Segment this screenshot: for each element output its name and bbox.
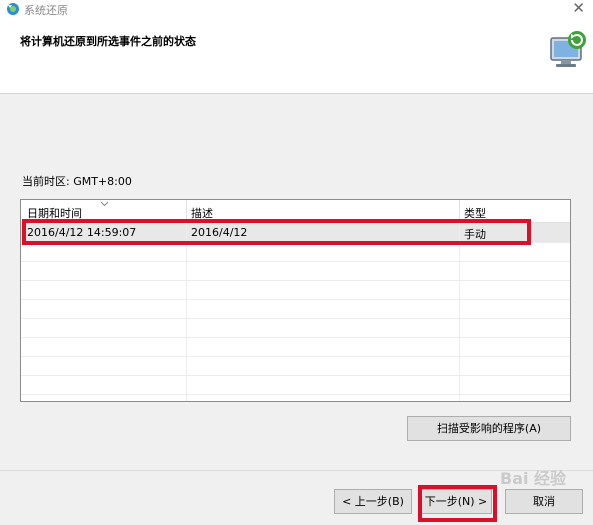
column-header-description[interactable]: 描述 xyxy=(191,203,213,222)
row-description: 2016/4/12 xyxy=(191,226,248,239)
row-gridline xyxy=(21,318,570,319)
row-gridline xyxy=(21,337,570,338)
window-title: 系统还原 xyxy=(24,4,68,17)
row-gridline xyxy=(21,375,570,376)
title-bar: 系统还原 ✕ xyxy=(0,0,593,20)
row-gridline xyxy=(21,394,570,395)
next-button[interactable]: 下一步(N) > xyxy=(420,489,492,514)
header-panel: 将计算机还原到所选事件之前的状态 xyxy=(0,20,593,94)
row-gridline xyxy=(21,356,570,357)
scan-affected-programs-button[interactable]: 扫描受影响的程序(A) xyxy=(407,416,571,441)
row-gridline xyxy=(21,261,570,262)
chevron-down-icon xyxy=(100,200,109,210)
close-icon[interactable]: ✕ xyxy=(572,0,585,17)
column-header-datetime[interactable]: 日期和时间 xyxy=(27,203,82,222)
column-divider[interactable] xyxy=(459,200,460,222)
row-gridline xyxy=(21,299,570,300)
row-datetime: 2016/4/12 14:59:07 xyxy=(27,226,137,239)
computer-restore-icon xyxy=(545,28,589,70)
watermark: Bai 经验 xyxy=(500,469,567,488)
row-gridline xyxy=(21,280,570,281)
column-divider[interactable] xyxy=(186,200,187,222)
timezone-label: 当前时区: GMT+8:00 xyxy=(22,175,132,188)
row-gridline xyxy=(21,242,570,243)
restore-point-list[interactable]: 日期和时间 描述 类型 2016/4/12 14:59:07 2016/4/12… xyxy=(20,199,571,402)
column-header-type[interactable]: 类型 xyxy=(464,203,486,222)
cancel-button[interactable]: 取消 xyxy=(505,489,583,514)
system-restore-icon xyxy=(6,2,20,16)
back-button[interactable]: < 上一步(B) xyxy=(334,489,412,514)
page-heading: 将计算机还原到所选事件之前的状态 xyxy=(20,35,196,48)
row-type: 手动 xyxy=(464,228,486,241)
